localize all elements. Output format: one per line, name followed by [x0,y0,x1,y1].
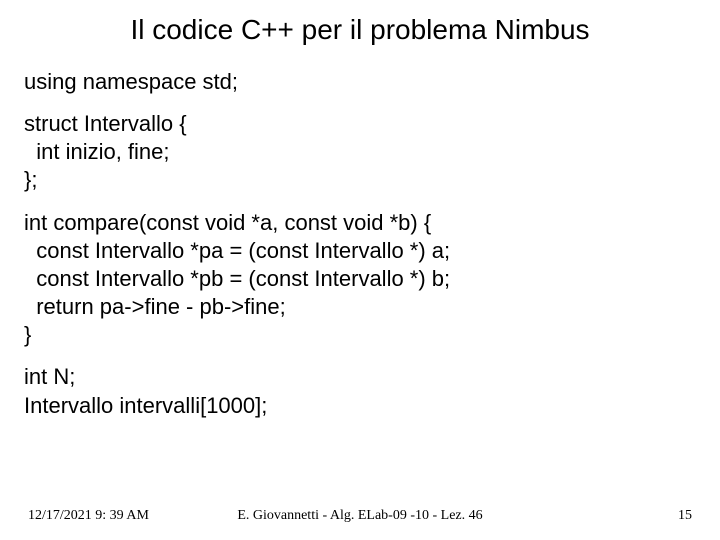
code-block-1: using namespace std; [24,68,696,96]
footer-page-number: 15 [678,508,692,524]
slide-title: Il codice C++ per il problema Nimbus [0,14,720,46]
code-block-2: struct Intervallo { int inizio, fine; }; [24,110,696,194]
slide-body: using namespace std; struct Intervallo {… [24,68,696,434]
footer-center: E. Giovannetti - Alg. ELab-09 -10 - Lez.… [28,508,692,524]
slide: Il codice C++ per il problema Nimbus usi… [0,0,720,540]
code-block-3: int compare(const void *a, const void *b… [24,209,696,350]
code-block-4: int N; Intervallo intervalli[1000]; [24,363,696,419]
